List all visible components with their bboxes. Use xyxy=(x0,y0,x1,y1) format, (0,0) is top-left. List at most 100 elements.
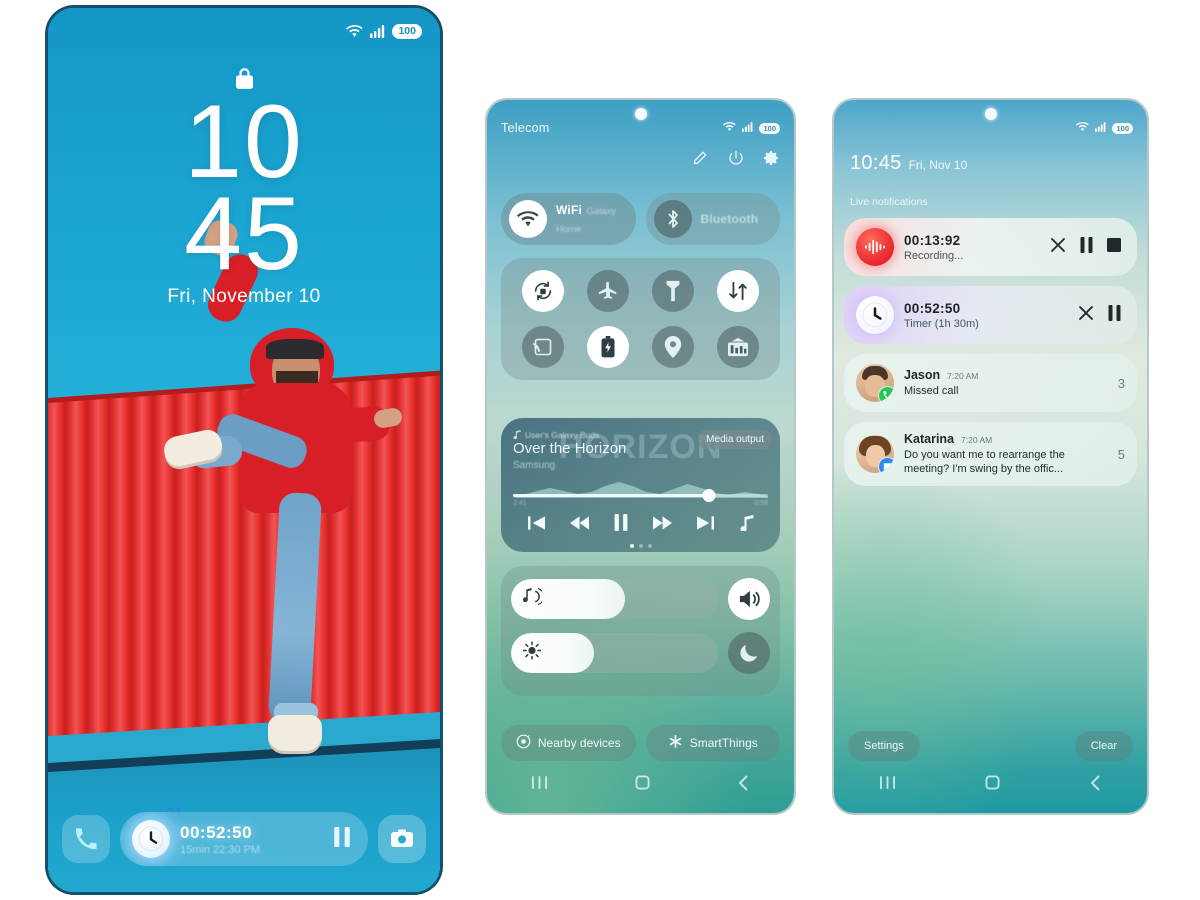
media-progress-bar[interactable] xyxy=(513,489,768,502)
wifi-toggle-label: WiFi xyxy=(556,203,583,217)
volume-music-icon xyxy=(522,588,545,610)
pause-icon[interactable] xyxy=(1108,304,1121,326)
nearby-share-icon xyxy=(516,734,531,752)
clear-button[interactable]: Clear xyxy=(1074,731,1133,761)
gear-icon[interactable] xyxy=(764,150,780,171)
auto-rotate-icon[interactable] xyxy=(522,270,565,312)
qs-top-toggles: WiFi Galaxy Home Bluetooth xyxy=(501,193,780,245)
lock-date: Fri, November 10 xyxy=(167,286,321,307)
page-dot[interactable] xyxy=(629,544,634,548)
page-dot[interactable] xyxy=(638,544,643,548)
brightness-icon xyxy=(522,641,542,665)
battery-saver-icon[interactable] xyxy=(587,326,630,368)
wifi-icon xyxy=(509,200,547,238)
smartthings-label: SmartThings xyxy=(689,736,758,750)
message-count: 5 xyxy=(1117,446,1125,462)
screen-cast-icon[interactable] xyxy=(522,326,565,368)
missed-call-message: Missed call xyxy=(904,385,959,397)
carrier-label: Telecom xyxy=(501,121,550,135)
media-progress-fill xyxy=(513,494,710,497)
media-controls xyxy=(501,514,780,536)
close-icon[interactable] xyxy=(1078,305,1094,326)
phone-lock-screen: 100 10 45 Fri, November 10 21 00:52:50 1… xyxy=(48,8,440,892)
notification-recording[interactable]: 00:13:92 Recording... xyxy=(844,218,1137,276)
smartthings-icon xyxy=(668,734,683,752)
clock-icon xyxy=(132,820,170,858)
fast-forward-icon[interactable] xyxy=(652,515,672,535)
recents-icon[interactable] xyxy=(531,775,548,795)
notification-list: 00:13:92 Recording... 00:52:50 Timer (1h… xyxy=(844,218,1137,486)
timer-text: 00:52:50 Timer (1h 30m) xyxy=(904,301,1068,330)
notification-missed-call[interactable]: Jason 7:20 AM Missed call 3 xyxy=(844,354,1137,412)
back-chevron-icon[interactable] xyxy=(737,775,750,796)
battery-indicator: 100 xyxy=(1112,122,1133,134)
wifi-icon xyxy=(1076,119,1090,137)
pause-icon[interactable] xyxy=(614,514,628,536)
rewind-icon[interactable] xyxy=(569,515,589,535)
recording-subtitle: Recording... xyxy=(904,249,964,262)
speaker-icon[interactable] xyxy=(728,578,770,620)
timer-subtitle: Timer (1h 30m) xyxy=(904,317,979,330)
back-chevron-icon[interactable] xyxy=(1089,775,1102,796)
equalizer-icon[interactable] xyxy=(716,326,759,368)
clock-icon xyxy=(856,296,894,334)
pause-icon[interactable] xyxy=(334,826,356,852)
nearby-devices-label: Nearby devices xyxy=(537,736,621,750)
notification-timer[interactable]: 00:52:50 Timer (1h 30m) xyxy=(844,286,1137,344)
close-icon[interactable] xyxy=(1050,237,1066,258)
airplane-icon[interactable] xyxy=(587,270,630,312)
smartthings-button[interactable]: SmartThings xyxy=(645,725,780,761)
recording-time: 00:13:92 xyxy=(904,232,961,248)
media-progress-knob[interactable] xyxy=(702,489,716,502)
media-remaining: 0:58 xyxy=(754,500,768,507)
home-square-icon[interactable] xyxy=(985,775,1000,795)
pause-icon[interactable] xyxy=(1080,236,1093,258)
battery-indicator: 100 xyxy=(759,122,780,134)
media-output-tooltip[interactable]: Media output xyxy=(698,430,772,449)
wallpaper-person xyxy=(161,216,404,753)
timer-time: 00:52:50 xyxy=(904,300,961,316)
missed-call-count: 3 xyxy=(1117,375,1125,391)
lock-notification[interactable]: 00:52:50 15min 22:30 PM xyxy=(120,812,368,866)
bluetooth-toggle[interactable]: Bluetooth xyxy=(645,193,780,245)
lock-notification-text: 00:52:50 15min 22:30 PM xyxy=(180,823,324,856)
home-square-icon[interactable] xyxy=(635,775,650,795)
missed-call-name: Jason xyxy=(904,368,941,382)
notif-nav-bar xyxy=(834,767,1147,803)
notification-message[interactable]: Katarina 7:20 AM Do you want me to rearr… xyxy=(844,422,1137,486)
missed-call-timestamp: 7:20 AM xyxy=(947,371,979,381)
stop-icon[interactable] xyxy=(1107,237,1121,257)
qs-footer: Nearby devices SmartThings xyxy=(501,725,780,761)
skip-previous-icon[interactable] xyxy=(527,515,545,535)
volume-slider[interactable] xyxy=(511,579,718,619)
signal-bars-icon xyxy=(370,25,385,38)
power-icon[interactable] xyxy=(728,150,744,171)
media-player-card[interactable]: HORIZON User's Galaxy Buds Over the Hori… xyxy=(501,418,780,552)
phone-notification-panel: 100 10:45 Fri, Nov 10 Live notifications… xyxy=(834,100,1147,813)
camera-icon[interactable] xyxy=(378,815,426,863)
moon-icon[interactable] xyxy=(728,632,770,674)
flashlight-icon[interactable] xyxy=(651,270,694,312)
page-dot[interactable] xyxy=(647,544,652,548)
qs-tile-grid xyxy=(501,258,780,380)
media-artist: Samsung xyxy=(513,460,556,471)
nearby-devices-button[interactable]: Nearby devices xyxy=(501,725,636,761)
qs-action-row xyxy=(692,150,780,171)
lock-notification-subtitle: 15min 22:30 PM xyxy=(180,843,261,856)
lock-status-bar: 100 xyxy=(346,24,422,39)
settings-button[interactable]: Settings xyxy=(848,731,920,761)
message-icon xyxy=(878,457,894,473)
recents-icon[interactable] xyxy=(879,775,896,795)
brightness-slider[interactable] xyxy=(511,633,718,673)
phone-icon[interactable] xyxy=(62,815,110,863)
pencil-icon[interactable] xyxy=(692,150,708,171)
skip-next-icon[interactable] xyxy=(696,515,714,535)
wifi-toggle-text: WiFi Galaxy Home xyxy=(556,201,628,237)
music-note-icon[interactable] xyxy=(739,514,754,536)
data-transfer-icon[interactable] xyxy=(716,270,759,312)
location-pin-icon[interactable] xyxy=(651,326,694,368)
recording-actions xyxy=(1050,236,1125,258)
bluetooth-icon xyxy=(653,200,692,238)
lock-clock: 10 45 xyxy=(48,90,440,286)
wifi-toggle[interactable]: WiFi Galaxy Home xyxy=(501,193,636,245)
